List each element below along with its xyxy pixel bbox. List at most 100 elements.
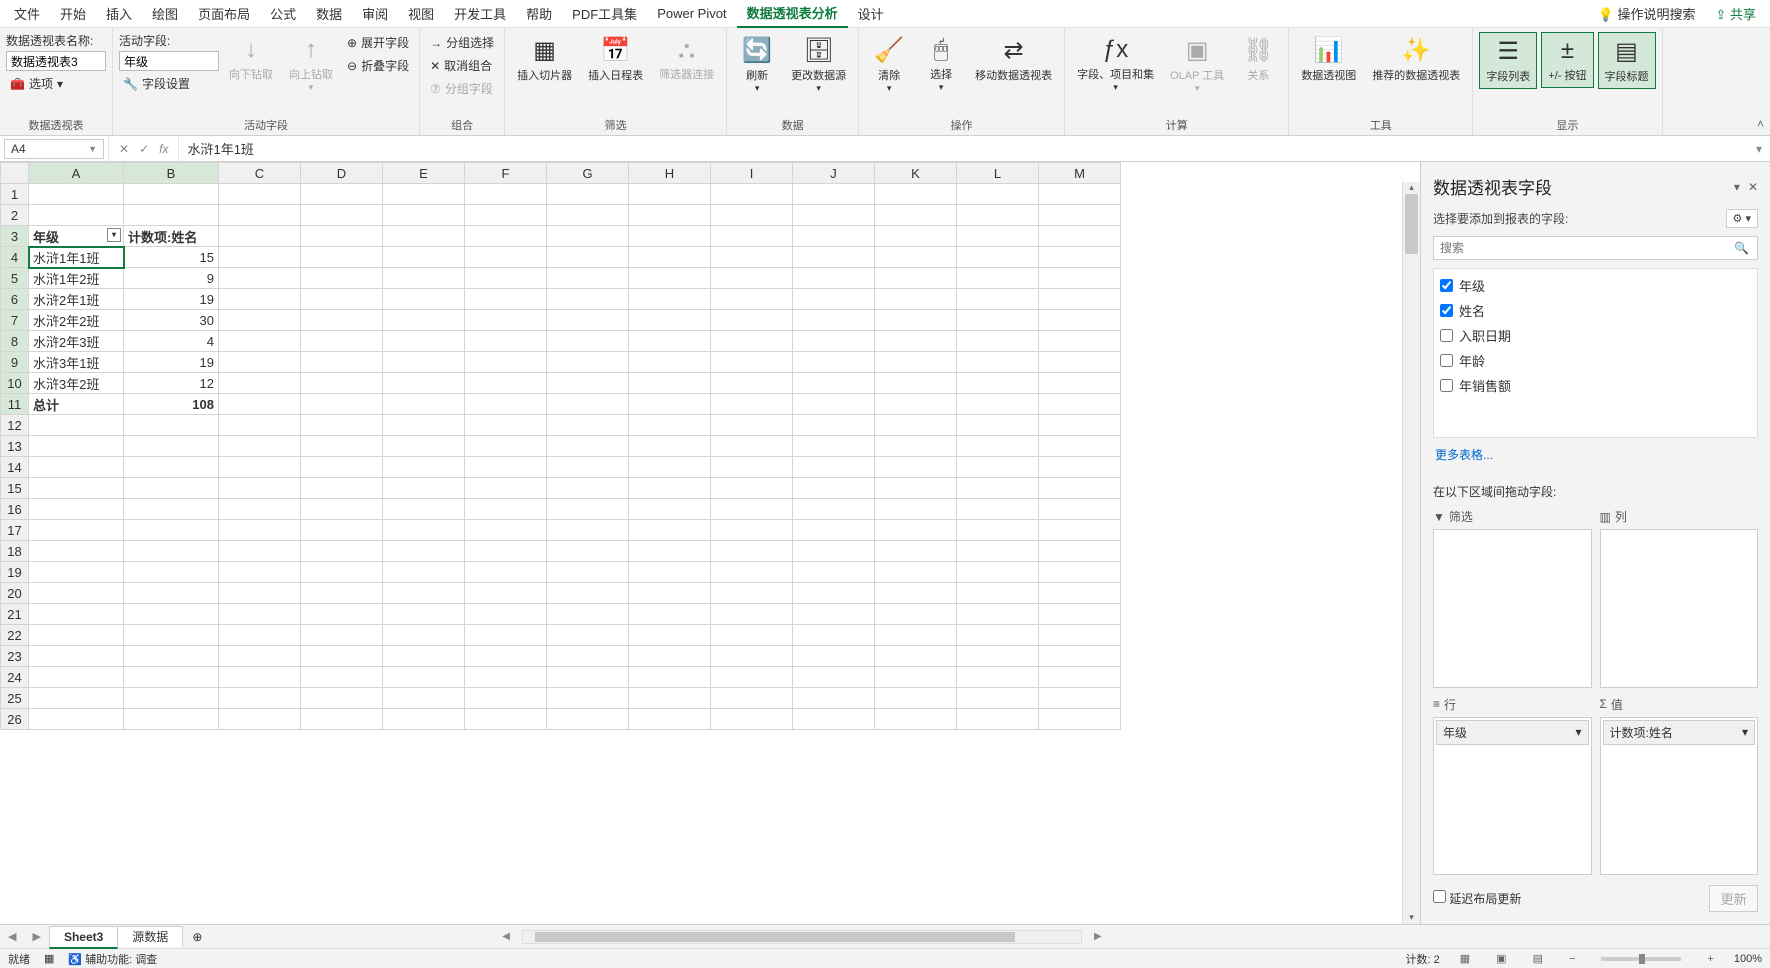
cell-D6[interactable] xyxy=(301,289,383,310)
add-sheet-button[interactable]: ⊕ xyxy=(182,930,212,944)
cell-L12[interactable] xyxy=(957,415,1039,436)
cell-G11[interactable] xyxy=(547,394,629,415)
cell-F3[interactable] xyxy=(465,226,547,247)
cell-L19[interactable] xyxy=(957,562,1039,583)
cell-F15[interactable] xyxy=(465,478,547,499)
row-header-20[interactable]: 20 xyxy=(1,583,29,604)
cell-I19[interactable] xyxy=(711,562,793,583)
cell-I14[interactable] xyxy=(711,457,793,478)
cell-K8[interactable] xyxy=(875,331,957,352)
cell-L14[interactable] xyxy=(957,457,1039,478)
share-button[interactable]: ⇪ 共享 xyxy=(1705,0,1766,27)
move-pivot-button[interactable]: ⇄移动数据透视表 xyxy=(969,32,1058,87)
row-header-14[interactable]: 14 xyxy=(1,457,29,478)
cell-H24[interactable] xyxy=(629,667,711,688)
cell-K17[interactable] xyxy=(875,520,957,541)
menu-Power Pivot[interactable]: Power Pivot xyxy=(647,2,736,25)
row-filter-button[interactable]: ▾ xyxy=(107,228,121,242)
cell-B13[interactable] xyxy=(124,436,219,457)
cell-C24[interactable] xyxy=(219,667,301,688)
cell-I8[interactable] xyxy=(711,331,793,352)
cell-B8[interactable]: 4 xyxy=(124,331,219,352)
cell-C5[interactable] xyxy=(219,268,301,289)
cell-H19[interactable] xyxy=(629,562,711,583)
cell-K15[interactable] xyxy=(875,478,957,499)
cell-I16[interactable] xyxy=(711,499,793,520)
cell-E3[interactable] xyxy=(383,226,465,247)
cell-I20[interactable] xyxy=(711,583,793,604)
collapse-ribbon-button[interactable]: ˄ xyxy=(1757,117,1764,131)
cell-A18[interactable] xyxy=(29,541,124,562)
cell-K20[interactable] xyxy=(875,583,957,604)
sheet-nav-next[interactable]: ▶ xyxy=(24,930,48,943)
col-header-J[interactable]: J xyxy=(793,163,875,184)
cell-G18[interactable] xyxy=(547,541,629,562)
cell-M9[interactable] xyxy=(1039,352,1121,373)
cell-L16[interactable] xyxy=(957,499,1039,520)
field-item-姓名[interactable]: 姓名 xyxy=(1438,298,1753,323)
cell-J10[interactable] xyxy=(793,373,875,394)
cell-D12[interactable] xyxy=(301,415,383,436)
cell-D14[interactable] xyxy=(301,457,383,478)
cell-I10[interactable] xyxy=(711,373,793,394)
cell-F16[interactable] xyxy=(465,499,547,520)
cell-A7[interactable]: 水浒2年2班 xyxy=(29,310,124,331)
cell-G17[interactable] xyxy=(547,520,629,541)
cell-J17[interactable] xyxy=(793,520,875,541)
cell-A26[interactable] xyxy=(29,709,124,730)
cell-K6[interactable] xyxy=(875,289,957,310)
update-button[interactable]: 更新 xyxy=(1709,885,1758,912)
cell-M12[interactable] xyxy=(1039,415,1121,436)
cell-H10[interactable] xyxy=(629,373,711,394)
cell-C1[interactable] xyxy=(219,184,301,205)
cell-M6[interactable] xyxy=(1039,289,1121,310)
cell-A21[interactable] xyxy=(29,604,124,625)
cell-D9[interactable] xyxy=(301,352,383,373)
cell-J9[interactable] xyxy=(793,352,875,373)
cell-I6[interactable] xyxy=(711,289,793,310)
values-area[interactable]: 计数项:姓名▾ xyxy=(1600,717,1759,876)
cell-E20[interactable] xyxy=(383,583,465,604)
zoom-thumb[interactable] xyxy=(1639,954,1645,964)
horizontal-scrollbar[interactable] xyxy=(522,930,1082,944)
cell-G19[interactable] xyxy=(547,562,629,583)
row-header-22[interactable]: 22 xyxy=(1,625,29,646)
cell-J16[interactable] xyxy=(793,499,875,520)
cell-E26[interactable] xyxy=(383,709,465,730)
row-header-21[interactable]: 21 xyxy=(1,604,29,625)
sheet-nav-prev[interactable]: ◀ xyxy=(0,930,24,943)
cell-B9[interactable]: 19 xyxy=(124,352,219,373)
columns-area[interactable] xyxy=(1600,529,1759,688)
cell-M13[interactable] xyxy=(1039,436,1121,457)
cell-B7[interactable]: 30 xyxy=(124,310,219,331)
row-header-5[interactable]: 5 xyxy=(1,268,29,289)
cell-A17[interactable] xyxy=(29,520,124,541)
cell-H23[interactable] xyxy=(629,646,711,667)
row-header-10[interactable]: 10 xyxy=(1,373,29,394)
cell-A15[interactable] xyxy=(29,478,124,499)
collapse-field-button[interactable]: ⊖ 折叠字段 xyxy=(343,55,413,76)
row-header-8[interactable]: 8 xyxy=(1,331,29,352)
row-header-19[interactable]: 19 xyxy=(1,562,29,583)
cell-G25[interactable] xyxy=(547,688,629,709)
cell-J12[interactable] xyxy=(793,415,875,436)
zoom-slider[interactable] xyxy=(1601,957,1681,961)
cell-I23[interactable] xyxy=(711,646,793,667)
cell-L8[interactable] xyxy=(957,331,1039,352)
cell-F10[interactable] xyxy=(465,373,547,394)
menu-页面布局[interactable]: 页面布局 xyxy=(188,0,260,27)
cell-C26[interactable] xyxy=(219,709,301,730)
cell-F9[interactable] xyxy=(465,352,547,373)
cell-M22[interactable] xyxy=(1039,625,1121,646)
cell-C7[interactable] xyxy=(219,310,301,331)
cell-C15[interactable] xyxy=(219,478,301,499)
cell-F5[interactable] xyxy=(465,268,547,289)
cell-J15[interactable] xyxy=(793,478,875,499)
cell-A23[interactable] xyxy=(29,646,124,667)
col-header-M[interactable]: M xyxy=(1039,163,1121,184)
cell-D2[interactable] xyxy=(301,205,383,226)
cell-G21[interactable] xyxy=(547,604,629,625)
page-break-view-button[interactable]: ▤ xyxy=(1527,952,1549,965)
cell-J13[interactable] xyxy=(793,436,875,457)
cell-H14[interactable] xyxy=(629,457,711,478)
